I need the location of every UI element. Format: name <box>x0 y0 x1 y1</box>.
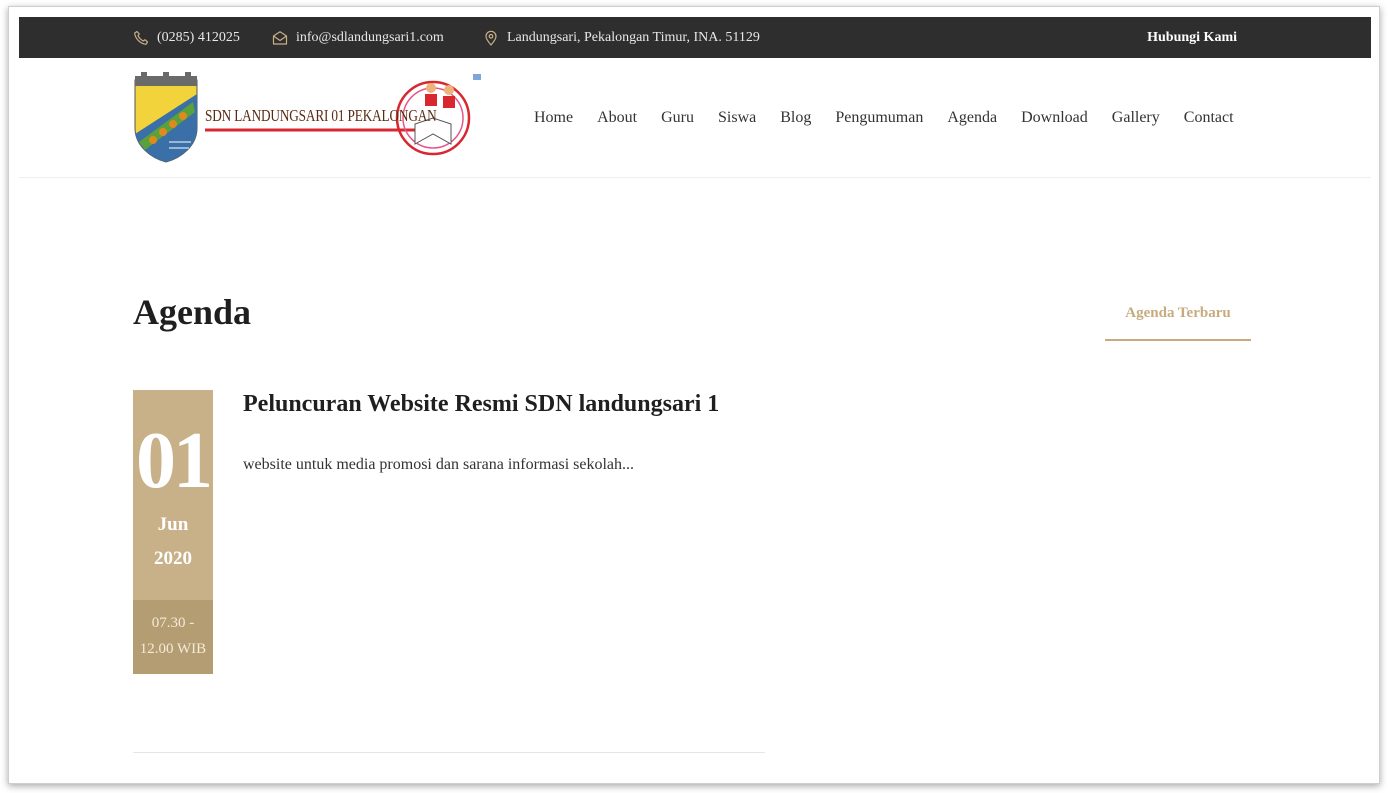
topbar-email-text: info@sdlandungsari1.com <box>296 29 444 45</box>
main-nav: Home About Guru Siswa Blog Pengumuman Ag… <box>534 58 1234 178</box>
site-header: SDN LANDUNGSARI 01 PEKALONGAN Home About… <box>19 58 1371 178</box>
page-title: Agenda <box>133 292 252 332</box>
topbar-email[interactable]: info@sdlandungsari1.com <box>272 17 444 58</box>
agenda-date-badge: 01 Jun 2020 07.30 - 12.00 WIB <box>133 390 213 674</box>
nav-agenda[interactable]: Agenda <box>947 109 997 127</box>
phone-icon <box>133 30 149 46</box>
nav-blog[interactable]: Blog <box>780 109 811 127</box>
topbar-phone-text: (0285) 412025 <box>157 29 240 45</box>
agenda-time-start: 07.30 - <box>151 615 195 631</box>
browser-viewport: (0285) 412025 info@sdlandungsari1.com La… <box>8 6 1380 784</box>
content-divider <box>133 752 765 753</box>
agenda-excerpt: website untuk media promosi dan sarana i… <box>243 456 635 473</box>
topbar-address: Landungsari, Pekalongan Timur, INA. 5112… <box>483 17 760 58</box>
logo-text: SDN LANDUNGSARI 01 PEKALONGAN <box>205 106 437 125</box>
nav-siswa[interactable]: Siswa <box>718 109 756 127</box>
nav-home[interactable]: Home <box>534 109 573 127</box>
topbar-address-text: Landungsari, Pekalongan Timur, INA. 5112… <box>507 29 760 45</box>
hubungi-kami-link[interactable]: Hubungi Kami <box>1147 17 1237 58</box>
topbar-phone[interactable]: (0285) 412025 <box>133 17 240 58</box>
agenda-time-end: 12.00 WIB <box>139 641 207 657</box>
sidebar-title: Agenda Terbaru <box>1125 305 1231 321</box>
top-bar: (0285) 412025 info@sdlandungsari1.com La… <box>19 17 1371 58</box>
nav-contact[interactable]: Contact <box>1184 109 1234 127</box>
nav-about[interactable]: About <box>597 109 637 127</box>
nav-download[interactable]: Download <box>1021 109 1088 127</box>
nav-gallery[interactable]: Gallery <box>1112 109 1160 127</box>
nav-guru[interactable]: Guru <box>661 109 694 127</box>
map-pin-icon <box>483 30 499 46</box>
envelope-icon <box>272 30 288 46</box>
agenda-title-link[interactable]: Peluncuran Website Resmi SDN landungsari… <box>243 391 719 418</box>
agenda-time: 07.30 - 12.00 WIB <box>133 600 213 674</box>
agenda-month: Jun <box>157 514 189 535</box>
nav-pengumuman[interactable]: Pengumuman <box>835 109 923 127</box>
agenda-year: 2020 <box>154 548 192 569</box>
sidebar-title-underline <box>1105 339 1251 341</box>
school-logo[interactable]: SDN LANDUNGSARI 01 PEKALONGAN <box>133 72 487 164</box>
agenda-day: 01 <box>136 417 213 505</box>
